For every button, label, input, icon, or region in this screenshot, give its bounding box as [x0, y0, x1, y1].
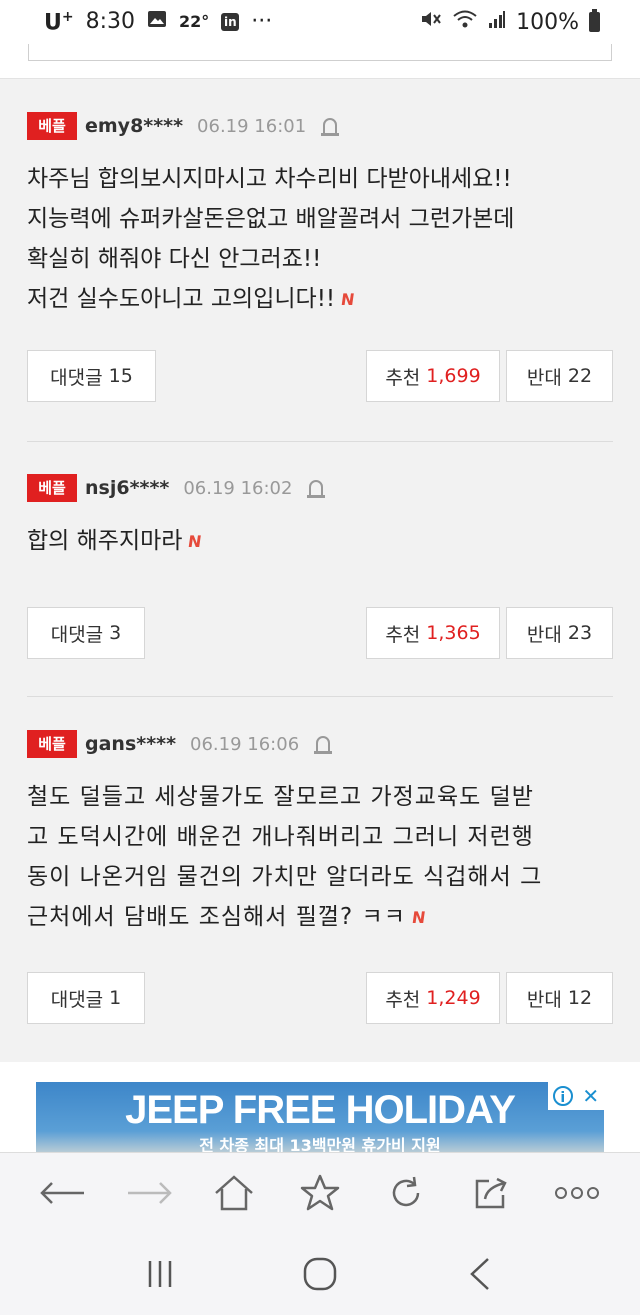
comment-divider [27, 696, 613, 697]
share-icon[interactable] [467, 1169, 515, 1217]
comment-username[interactable]: gans**** [85, 733, 176, 755]
weather-temp: 22° [179, 12, 210, 32]
best-comment-badge: 베플 [27, 474, 77, 502]
comment-text: 차주님 합의보시지마시고 차수리비 다받아내세요!! 지능력에 슈퍼카살돈은없고… [27, 159, 613, 320]
more-notifications-icon: ··· [251, 9, 273, 35]
comment-date: 06.19 16:01 [197, 115, 307, 137]
comment-item: 베플 nsj6**** 06.19 16:02 합의 해주지마라 N 대댓글 3 추… [27, 473, 613, 659]
more-dots-icon[interactable] [553, 1169, 601, 1217]
refresh-icon[interactable] [382, 1169, 430, 1217]
ad-title: JEEP FREE HOLIDAY [125, 1088, 516, 1132]
home-icon[interactable] [210, 1169, 258, 1217]
ad-subtitle: 전 차종 최대 13백만원 휴가비 지원 [199, 1136, 441, 1152]
ad-info-icon[interactable]: i [552, 1086, 573, 1106]
best-comment-badge: 베플 [27, 730, 77, 758]
like-button[interactable]: 추천 1,249 [366, 972, 500, 1024]
back-chevron-icon[interactable] [450, 1244, 510, 1304]
bookmark-star-icon[interactable] [296, 1169, 344, 1217]
comment-username[interactable]: nsj6**** [85, 477, 169, 499]
battery-icon [589, 9, 600, 32]
linkedin-icon: in [221, 12, 240, 31]
dislike-button[interactable]: 반대 22 [506, 350, 613, 402]
report-siren-icon[interactable] [306, 477, 326, 499]
ad-banner[interactable]: JEEP FREE HOLIDAY 전 차종 최대 13백만원 휴가비 지원 i… [36, 1082, 604, 1152]
comment-date: 06.19 16:02 [183, 477, 293, 499]
clock: 8:30 [85, 9, 136, 35]
signal-icon [488, 9, 506, 35]
carrier-logo: U+ [44, 8, 74, 36]
system-nav-bar [0, 1232, 640, 1315]
new-badge-icon: N [187, 531, 204, 551]
like-button[interactable]: 추천 1,699 [366, 350, 500, 402]
ad-close-icon[interactable]: ✕ [582, 1084, 599, 1108]
reply-button[interactable]: 대댓글 3 [27, 607, 145, 659]
reply-button[interactable]: 대댓글 1 [27, 972, 145, 1024]
new-badge-icon: N [410, 907, 428, 927]
recent-apps-icon[interactable] [130, 1244, 190, 1304]
like-button[interactable]: 추천 1,365 [366, 607, 500, 659]
comment-text: 합의 해주지마라 N [27, 521, 613, 562]
reply-button[interactable]: 대댓글 15 [27, 350, 156, 402]
battery-level: 100% [516, 9, 579, 35]
comment-date: 06.19 16:06 [190, 733, 300, 755]
comment-actions: 대댓글 3 추천 1,365 반대 23 [27, 607, 613, 659]
status-bar: U+ 8:30 22° in ··· 100% [0, 0, 640, 44]
comment-text: 철도 덜들고 세상물가도 잘모르고 가정교육도 덜받 고 도덕시간에 배운건 개… [27, 777, 613, 938]
dislike-button[interactable]: 반대 23 [506, 607, 613, 659]
back-arrow-icon[interactable] [39, 1169, 87, 1217]
best-comment-badge: 베플 [27, 112, 77, 140]
best-comments-list: 베플 emy8**** 06.19 16:01 차주님 합의보시지마시고 차수리… [0, 79, 640, 1062]
comment-username[interactable]: emy8**** [85, 115, 183, 137]
forward-arrow-icon[interactable] [125, 1169, 173, 1217]
report-siren-icon[interactable] [320, 115, 340, 137]
previous-content-edge [0, 44, 640, 79]
comment-item: 베플 emy8**** 06.19 16:01 차주님 합의보시지마시고 차수리… [27, 111, 613, 402]
wifi-icon [452, 9, 478, 35]
comment-actions: 대댓글 1 추천 1,249 반대 12 [27, 972, 613, 1024]
browser-toolbar [0, 1152, 640, 1232]
home-circle-icon[interactable] [290, 1244, 350, 1304]
mute-icon [420, 9, 442, 35]
comment-item: 베플 gans**** 06.19 16:06 철도 덜들고 세상물가도 잘모르… [27, 729, 613, 1024]
new-badge-icon: N [339, 289, 356, 309]
dislike-button[interactable]: 반대 12 [506, 972, 613, 1024]
ad-choices: i ✕ [548, 1082, 604, 1110]
report-siren-icon[interactable] [313, 733, 333, 755]
ad-container: JEEP FREE HOLIDAY 전 차종 최대 13백만원 휴가비 지원 i… [0, 1062, 640, 1152]
comment-divider [27, 441, 613, 442]
comment-actions: 대댓글 15 추천 1,699 반대 22 [27, 350, 613, 402]
gallery-icon [147, 9, 167, 34]
